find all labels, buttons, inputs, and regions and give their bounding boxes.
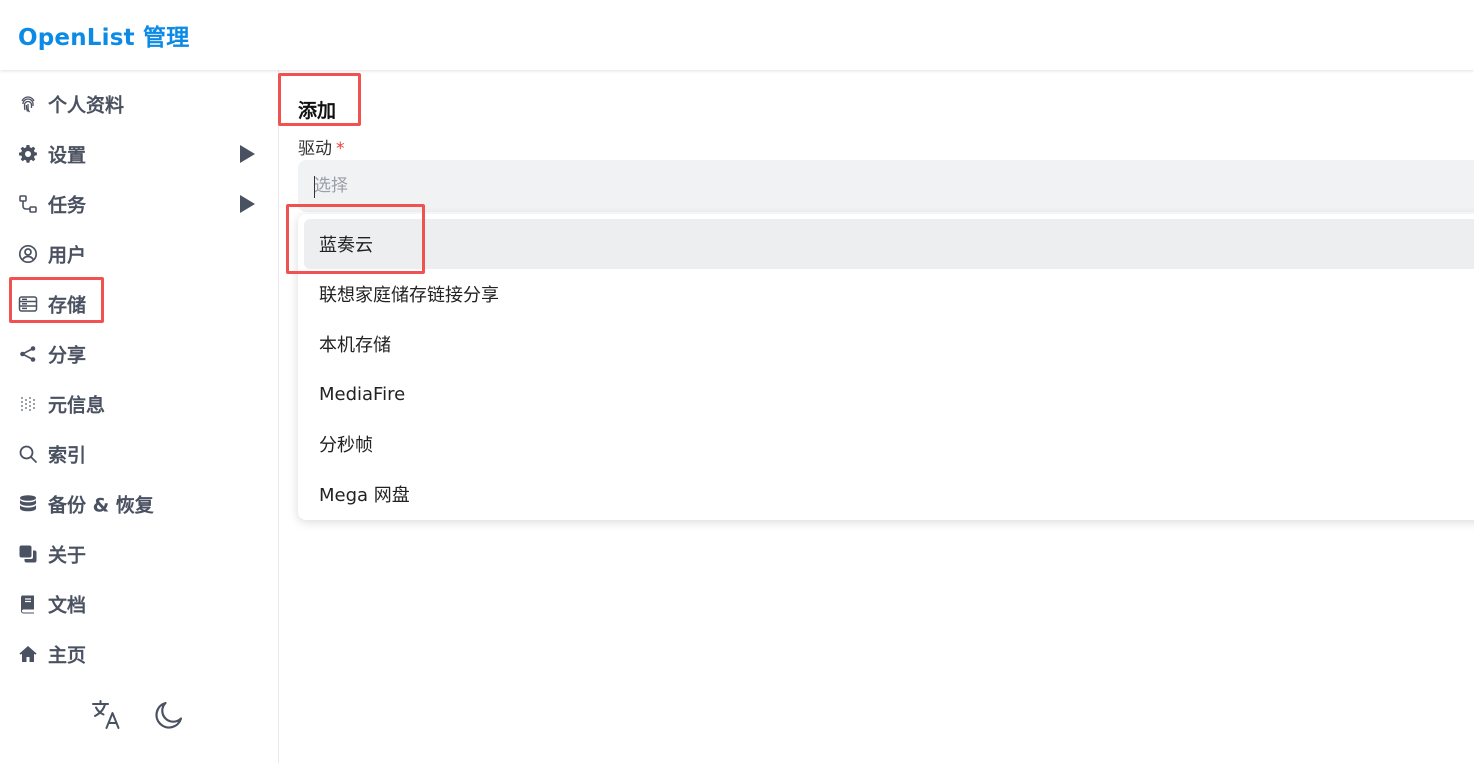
sidebar-item-label: 元信息 (48, 394, 106, 417)
copy-icon (18, 544, 38, 564)
search-icon (18, 444, 38, 464)
page-title: 添加 (298, 100, 337, 122)
sidebar-item-docs[interactable]: 文档 (0, 579, 279, 629)
sidebar-item-about[interactable]: 关于 (0, 529, 279, 579)
database-icon (18, 494, 38, 514)
sidebar-item-backup-restore[interactable]: 备份 & 恢复 (0, 479, 279, 529)
sidebar-footer (0, 697, 279, 737)
main-content: 添加 驱动* 蓝奏云 联想家庭储存链接分享 本机存储 MediaFire 分秒帧… (280, 70, 1474, 763)
text-caret (314, 176, 315, 198)
driver-option-mediafire[interactable]: MediaFire (304, 369, 1474, 419)
driver-option-mega[interactable]: Mega 网盘 (304, 469, 1474, 519)
workflow-icon (18, 194, 38, 214)
translate-icon[interactable] (89, 697, 125, 733)
home-icon (18, 644, 38, 664)
sidebar-item-label: 用户 (48, 244, 87, 267)
sidebar-item-label: 设置 (48, 144, 87, 167)
storage-icon (18, 294, 38, 314)
gear-icon (18, 144, 38, 164)
driver-option-lenovo-home-share[interactable]: 联想家庭储存链接分享 (304, 269, 1474, 319)
sidebar-item-profile[interactable]: 个人资料 (0, 79, 279, 129)
sidebar-item-metadata[interactable]: 元信息 (0, 379, 279, 429)
driver-options-dropdown: 蓝奏云 联想家庭储存链接分享 本机存储 MediaFire 分秒帧 Mega 网… (298, 214, 1474, 520)
sidebar-item-label: 分享 (48, 344, 87, 367)
sidebar-item-label: 存储 (48, 294, 87, 317)
driver-label: 驱动 * (298, 134, 345, 159)
top-header: OpenList 管理 (0, 0, 1474, 70)
sidebar-item-tasks[interactable]: 任务 (0, 179, 279, 229)
book-icon (18, 594, 38, 614)
sidebar-item-storage[interactable]: 存储 (0, 279, 279, 329)
driver-option-local-storage[interactable]: 本机存储 (304, 319, 1474, 369)
sidebar-item-label: 任务 (48, 194, 87, 217)
user-circle-icon (18, 244, 38, 264)
sidebar: 个人资料 设置 任务 用户 存储 分享 元信息 索引 备份 & 恢复 关于 文档… (0, 70, 279, 763)
driver-select-input[interactable] (314, 160, 1414, 212)
sidebar-item-label: 关于 (48, 544, 87, 567)
moon-icon[interactable] (151, 697, 187, 733)
sidebar-item-home[interactable]: 主页 (0, 629, 279, 679)
driver-option-fenmiaozhen[interactable]: 分秒帧 (304, 419, 1474, 469)
required-mark: * (336, 139, 345, 159)
sidebar-item-label: 索引 (48, 444, 87, 467)
metadata-icon (18, 394, 38, 414)
sidebar-item-settings[interactable]: 设置 (0, 129, 279, 179)
share-icon (18, 344, 38, 364)
sidebar-item-index[interactable]: 索引 (0, 429, 279, 479)
driver-option-lanzou[interactable]: 蓝奏云 (304, 219, 1474, 269)
sidebar-item-users[interactable]: 用户 (0, 229, 279, 279)
sidebar-item-label: 备份 & 恢复 (48, 494, 154, 517)
sidebar-item-label: 主页 (48, 644, 87, 667)
driver-label-text: 驱动 (298, 139, 332, 159)
submenu-arrow-icon[interactable] (240, 195, 255, 213)
sidebar-item-label: 个人资料 (48, 94, 125, 117)
driver-select[interactable] (298, 160, 1474, 212)
sidebar-item-label: 文档 (48, 594, 87, 617)
submenu-arrow-icon[interactable] (240, 145, 255, 163)
sidebar-item-share[interactable]: 分享 (0, 329, 279, 379)
brand-title[interactable]: OpenList 管理 (18, 18, 189, 52)
fingerprint-icon (18, 94, 38, 114)
